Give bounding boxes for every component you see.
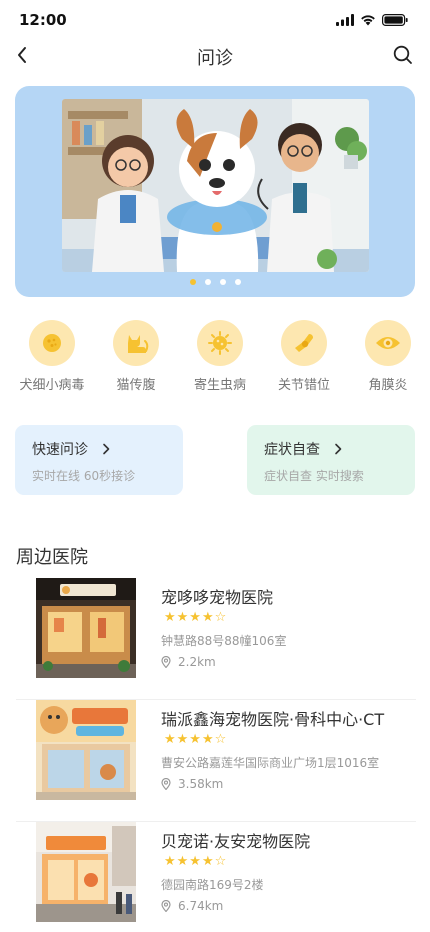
carousel-dot[interactable] xyxy=(204,279,211,285)
hospital-name: 瑞派鑫海宠物医院·骨科中心·CT xyxy=(161,710,385,729)
hospital-name: 贝宠诺·友安宠物医院 xyxy=(161,832,311,851)
hospital-photo[interactable] xyxy=(36,578,136,678)
quick-consult-card[interactable]: 快速问诊 实时在线 60秒接诊 xyxy=(15,425,183,495)
quick-consult-title: 快速问诊 xyxy=(32,442,88,458)
page-title: 问诊 xyxy=(197,48,233,69)
battery-icon xyxy=(382,14,408,26)
hospital-distance-row: 2.2km xyxy=(161,655,216,669)
carousel-dot[interactable] xyxy=(234,279,241,285)
search-icon xyxy=(393,45,412,64)
quick-consult-title-row: 快速问诊 xyxy=(32,439,183,459)
eye-icon xyxy=(376,337,400,349)
hospital-address: 钟慧路88号88幢106室 xyxy=(161,634,287,648)
banner-image[interactable] xyxy=(62,99,369,272)
status-bar: 12:00 xyxy=(0,0,430,40)
virus-icon xyxy=(43,334,61,352)
joint-icon xyxy=(295,334,313,352)
hospital-distance: 2.2km xyxy=(178,655,216,669)
vet-illustration xyxy=(62,99,369,272)
storefront-illustration xyxy=(36,822,136,922)
hospital-card[interactable]: 宠哆哆宠物医院 ★★★★☆ 钟慧路88号88幢106室 2.2km xyxy=(16,578,416,700)
hospital-distance-row: 6.74km xyxy=(161,899,223,913)
category-canine-parvovirus[interactable]: 犬细小病毒 xyxy=(10,318,94,393)
wifi-icon xyxy=(361,15,375,26)
disease-categories: 犬细小病毒 猫传腹 寄生虫病 关节错位 角膜炎 xyxy=(0,318,430,398)
category-joint-dislocation[interactable]: 关节错位 xyxy=(262,318,346,393)
location-pin-icon xyxy=(161,778,171,790)
search-button[interactable] xyxy=(390,42,416,68)
banner-carousel[interactable] xyxy=(15,86,415,297)
carousel-dot[interactable] xyxy=(189,279,196,285)
category-fip[interactable]: 猫传腹 xyxy=(94,318,178,393)
symptom-check-card[interactable]: 症状自查 症状自查 实时搜索 xyxy=(247,425,415,495)
hospital-photo[interactable] xyxy=(36,822,136,922)
status-time: 12:00 xyxy=(19,11,67,29)
chevron-right-icon xyxy=(335,443,342,455)
nav-bar: 问诊 xyxy=(0,36,430,76)
storefront-illustration xyxy=(36,700,136,800)
hospital-address: 曹安公路嘉莲华国际商业广场1层1016室 xyxy=(161,756,380,770)
chevron-right-icon xyxy=(103,443,110,455)
location-pin-icon xyxy=(161,656,171,668)
rating-stars: ★★★★☆ xyxy=(164,610,228,625)
category-parasite[interactable]: 寄生虫病 xyxy=(178,318,262,393)
location-pin-icon xyxy=(161,900,171,912)
hospital-distance: 6.74km xyxy=(178,899,224,913)
hospital-address: 德园南路169号2楼 xyxy=(161,878,264,892)
category-label: 猫传腹 xyxy=(116,378,156,393)
category-icon-circle xyxy=(365,320,411,366)
category-icon-circle xyxy=(197,320,243,366)
signal-icon xyxy=(336,14,354,26)
category-icon-circle xyxy=(281,320,327,366)
cat-icon xyxy=(128,335,149,353)
quick-consult-subtitle: 实时在线 60秒接诊 xyxy=(32,469,136,483)
hospital-card[interactable]: 瑞派鑫海宠物医院·骨科中心·CT ★★★★☆ 曹安公路嘉莲华国际商业广场1层10… xyxy=(16,700,416,822)
hospital-distance-row: 3.58km xyxy=(161,777,223,791)
rating-stars: ★★★★☆ xyxy=(164,854,228,869)
hospital-distance: 3.58km xyxy=(178,777,224,791)
hospital-card[interactable]: 贝宠诺·友安宠物医院 ★★★★☆ 德园南路169号2楼 6.74km xyxy=(16,822,416,932)
storefront-illustration xyxy=(36,578,136,678)
category-icon-circle xyxy=(113,320,159,366)
category-label: 角膜炎 xyxy=(368,378,408,393)
category-label: 寄生虫病 xyxy=(193,378,246,393)
rating-stars: ★★★★☆ xyxy=(164,732,228,747)
symptom-check-subtitle: 症状自查 实时搜索 xyxy=(264,469,364,483)
carousel-dots xyxy=(15,279,415,285)
carousel-dot[interactable] xyxy=(219,279,226,285)
parasite-icon xyxy=(208,331,232,355)
symptom-check-title-row: 症状自查 xyxy=(264,439,415,459)
symptom-check-title: 症状自查 xyxy=(264,442,320,458)
nearby-hospitals-title: 周边医院 xyxy=(16,547,88,568)
category-label: 犬细小病毒 xyxy=(19,378,85,393)
status-icons xyxy=(336,14,408,26)
hospital-name: 宠哆哆宠物医院 xyxy=(161,588,274,607)
hospital-photo[interactable] xyxy=(36,700,136,800)
category-icon-circle xyxy=(29,320,75,366)
category-label: 关节错位 xyxy=(277,378,330,393)
category-keratitis[interactable]: 角膜炎 xyxy=(346,318,430,393)
